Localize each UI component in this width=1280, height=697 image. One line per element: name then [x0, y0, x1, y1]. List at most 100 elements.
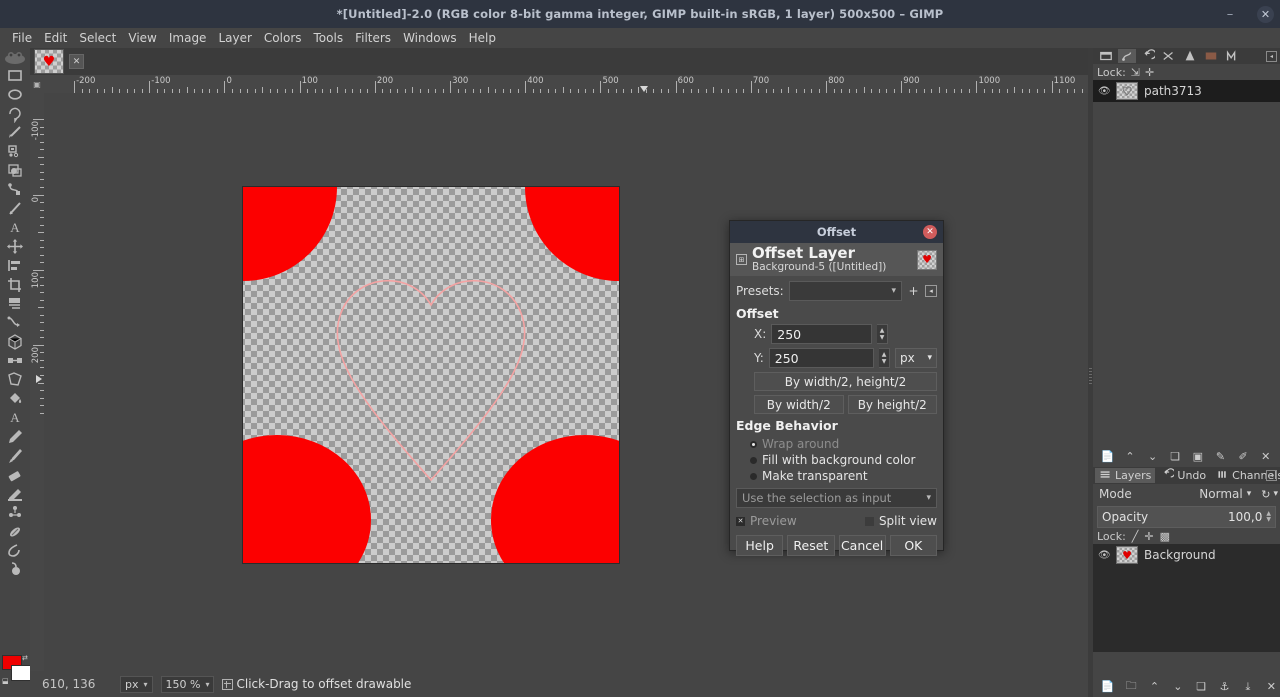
lock-position-icon[interactable]: ⇲ [1131, 66, 1140, 79]
menu-layer[interactable]: Layer [212, 30, 257, 46]
free-select-tool[interactable] [0, 104, 30, 123]
new-layer-group-icon[interactable]: 🗀 [1122, 678, 1140, 695]
menu-image[interactable]: Image [163, 30, 213, 46]
dock-menu-button-2[interactable]: ◂ [1266, 470, 1277, 481]
menu-tools[interactable]: Tools [308, 30, 350, 46]
offset-x-stepper[interactable]: ▲▼ [877, 324, 888, 344]
menu-edit[interactable]: Edit [38, 30, 73, 46]
brushes-tab[interactable] [1181, 49, 1199, 63]
close-button[interactable]: ✕ [1257, 6, 1274, 23]
fuzzy-select-tool[interactable] [0, 123, 30, 142]
cancel-icon[interactable] [222, 679, 233, 690]
menu-filters[interactable]: Filters [349, 30, 397, 46]
undo-history-tab[interactable] [1139, 49, 1157, 63]
duplicate-layer-icon[interactable]: ❏ [1192, 678, 1210, 695]
paths-tab[interactable] [1118, 49, 1136, 63]
gradients-tab[interactable] [1202, 49, 1220, 63]
bucket-fill-tool[interactable] [0, 389, 30, 408]
pencil-tool[interactable] [0, 427, 30, 446]
cancel-button[interactable]: Cancel [839, 535, 886, 556]
reset-colors-icon[interactable]: ⬓ [2, 677, 10, 685]
gradient-tool[interactable]: A [0, 408, 30, 427]
zoom-selector[interactable]: 150 % ▾ [161, 676, 215, 693]
new-layer-icon[interactable]: 📄 [1099, 678, 1117, 695]
edge-option-0[interactable]: Wrap around [736, 436, 937, 452]
swap-colors-icon[interactable]: ⇄ [22, 654, 30, 662]
menu-file[interactable]: File [6, 30, 38, 46]
merge-down-icon[interactable]: ⤓ [1239, 678, 1257, 695]
ruler-unit-corner[interactable]: ▣ [30, 75, 44, 93]
lower-layer-icon[interactable]: ⌄ [1169, 678, 1187, 695]
delete-layer-icon[interactable]: ✕ [1262, 678, 1280, 695]
manage-presets-button[interactable]: ◂ [925, 285, 937, 297]
selection-to-path-icon[interactable]: ✎ [1211, 448, 1229, 465]
by-width-half-button[interactable]: By width/2 [754, 395, 844, 414]
mode-selector[interactable]: Normal ▾ [1199, 487, 1251, 501]
layer-list-item[interactable]: 👁 ♥ Background [1093, 544, 1280, 566]
dock-tab-layers[interactable]: Layers [1095, 468, 1155, 483]
paths-list[interactable]: 👁 ♥ path3713 [1093, 80, 1280, 446]
scissors-select-tool[interactable] [0, 161, 30, 180]
eye-icon[interactable]: 👁 [1098, 86, 1110, 97]
paths-tool[interactable] [0, 180, 30, 199]
text-tool[interactable]: A [0, 218, 30, 237]
ink-tool[interactable] [0, 484, 30, 503]
dock-tab-undo[interactable]: Undo [1157, 468, 1210, 483]
offset-y-input[interactable]: 250 [769, 348, 874, 368]
menu-view[interactable]: View [122, 30, 162, 46]
ellipse-select-tool[interactable] [0, 85, 30, 104]
preview-checkbox[interactable]: ✕ [736, 517, 745, 526]
help-button[interactable]: Help [736, 535, 783, 556]
channels-tab[interactable] [1097, 49, 1115, 63]
add-preset-button[interactable]: + [907, 284, 920, 298]
select-by-color-tool[interactable] [0, 142, 30, 161]
by-width-height-half-button[interactable]: By width/2, height/2 [754, 372, 937, 391]
path-to-selection-icon[interactable]: ▣ [1189, 448, 1207, 465]
rectangle-select-tool[interactable] [0, 66, 30, 85]
expand-icon[interactable]: ⊞ [736, 254, 747, 265]
lock-add-icon[interactable]: ✛ [1145, 66, 1154, 79]
offset-x-input[interactable]: 250 [771, 324, 872, 344]
edge-option-1[interactable]: Fill with background color [736, 452, 937, 468]
3d-transform-tool[interactable] [0, 332, 30, 351]
opacity-stepper[interactable]: ▲▼ [1266, 511, 1271, 523]
reset-button[interactable]: Reset [787, 535, 834, 556]
lower-path-icon[interactable]: ⌄ [1144, 448, 1162, 465]
image-tab-thumbnail[interactable]: ♥ [34, 49, 64, 74]
raise-path-icon[interactable]: ⌃ [1121, 448, 1139, 465]
transform-tool[interactable] [0, 294, 30, 313]
background-color[interactable] [11, 665, 31, 681]
dodge-burn-tool[interactable] [0, 560, 30, 579]
anchor-layer-icon[interactable]: ⚓ [1216, 678, 1234, 695]
unit-selector[interactable]: px ▾ [120, 676, 153, 693]
offset-dialog-close-button[interactable]: ✕ [923, 225, 937, 239]
pointer-tab[interactable] [1160, 49, 1178, 63]
selection-input-combo[interactable]: Use the selection as input ▾ [736, 488, 937, 508]
eraser-tool[interactable] [0, 465, 30, 484]
warp-tool[interactable] [0, 313, 30, 332]
edge-option-2[interactable]: Make transparent [736, 468, 937, 484]
measure-tool[interactable] [0, 199, 30, 218]
fonts-tab[interactable] [1223, 49, 1241, 63]
offset-unit-selector[interactable]: px ▾ [895, 348, 937, 368]
offset-dialog[interactable]: Offset ✕ ⊞ Offset Layer Background-5 ([U… [729, 220, 944, 551]
crop-tool[interactable] [0, 275, 30, 294]
clone-tool[interactable] [0, 503, 30, 522]
heal-tool[interactable] [0, 522, 30, 541]
path-list-item[interactable]: 👁 ♥ path3713 [1093, 80, 1280, 102]
menu-windows[interactable]: Windows [397, 30, 463, 46]
duplicate-path-icon[interactable]: ❏ [1166, 448, 1184, 465]
presets-combo[interactable]: ▾ [789, 281, 902, 301]
by-height-half-button[interactable]: By height/2 [848, 395, 938, 414]
image-canvas[interactable] [243, 187, 619, 563]
eye-icon[interactable]: 👁 [1098, 550, 1110, 561]
lock-position-icon[interactable]: ✛ [1144, 530, 1153, 543]
paintbrush-tool[interactable] [0, 446, 30, 465]
smudge-tool[interactable] [0, 541, 30, 560]
raise-layer-icon[interactable]: ⌃ [1145, 678, 1163, 695]
cage-transform-tool[interactable] [0, 370, 30, 389]
lock-pixels-icon[interactable]: ╱ [1132, 530, 1139, 543]
mode-switch-icon[interactable]: ↻ [1261, 488, 1270, 501]
menu-help[interactable]: Help [463, 30, 502, 46]
color-swatches[interactable]: ⇄ ⬓ [2, 655, 30, 685]
